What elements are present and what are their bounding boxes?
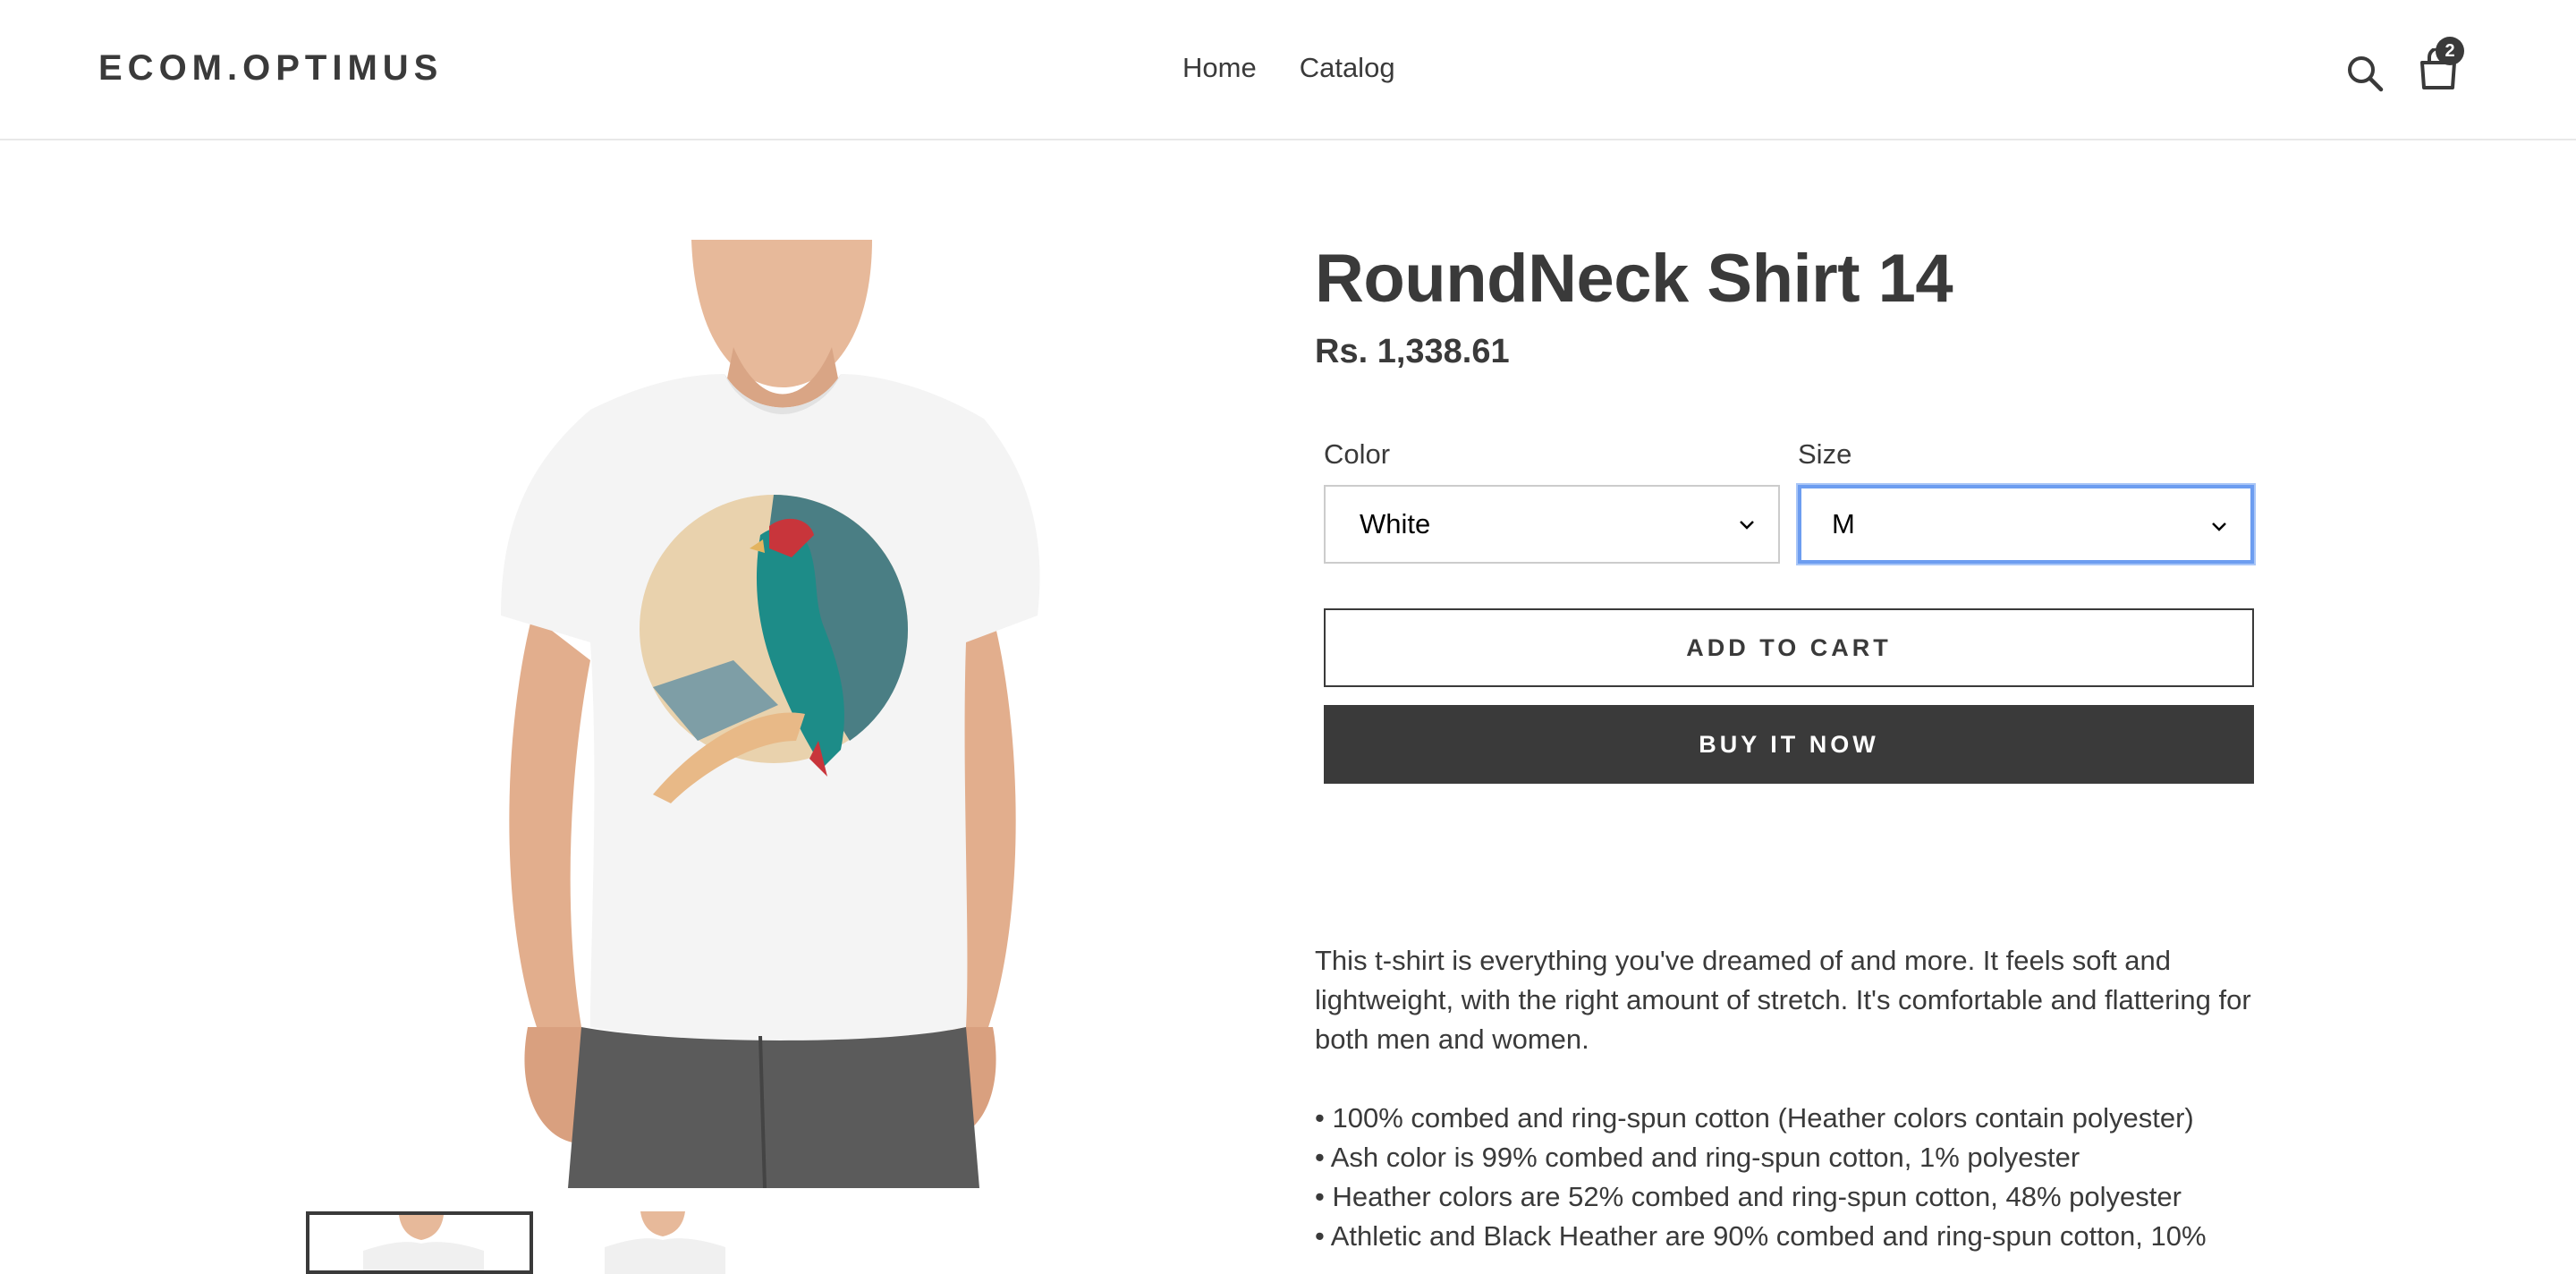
description-bullet: • Heather colors are 52% combed and ring… [1315,1181,2182,1212]
size-label: Size [1798,438,1852,470]
buy-it-now-button[interactable]: BUY IT NOW [1324,705,2254,784]
description-bullet: • 100% combed and ring-spun cotton (Heat… [1315,1102,2194,1134]
chevron-down-icon [1740,521,1754,530]
tshirt-model-illustration [501,240,1040,1188]
main-nav: Home Catalog [1182,52,1395,84]
site-logo[interactable]: ECOM.OPTIMUS [98,48,443,89]
description-paragraph: This t-shirt is everything you've dreame… [1315,945,2251,1055]
description-bullets: • 100% combed and ring-spun cotton (Heat… [1315,1099,2263,1256]
product-main-image[interactable] [465,240,1055,1188]
product-description: This t-shirt is everything you've dreame… [1315,941,2263,1256]
chevron-down-icon [2212,522,2226,531]
cart-count-badge: 2 [2436,37,2464,65]
add-to-cart-button[interactable]: ADD TO CART [1324,608,2254,687]
color-select-value: White [1360,508,1431,539]
description-bullet: • Athletic and Black Heather are 90% com… [1315,1220,2207,1252]
product-thumbnails [306,1211,778,1274]
product-price: Rs. 1,338.61 [1315,333,1510,370]
thumbnail-image [363,1215,484,1270]
color-label: Color [1324,438,1391,470]
thumbnail-image [605,1211,725,1274]
size-select-value: M [1832,508,1855,539]
nav-catalog-link[interactable]: Catalog [1300,52,1395,84]
site-header: ECOM.OPTIMUS Home Catalog 2 [0,0,2576,140]
nav-home-link[interactable]: Home [1182,52,1257,84]
product-title: RoundNeck Shirt 14 [1315,241,1953,317]
size-select[interactable]: M [1798,485,2254,564]
thumbnail-1[interactable] [306,1211,533,1274]
search-icon[interactable] [2345,54,2385,93]
color-select[interactable]: White [1324,485,1780,564]
thumbnail-2[interactable] [551,1211,778,1274]
description-bullet: • Ash color is 99% combed and ring-spun … [1315,1142,2080,1173]
